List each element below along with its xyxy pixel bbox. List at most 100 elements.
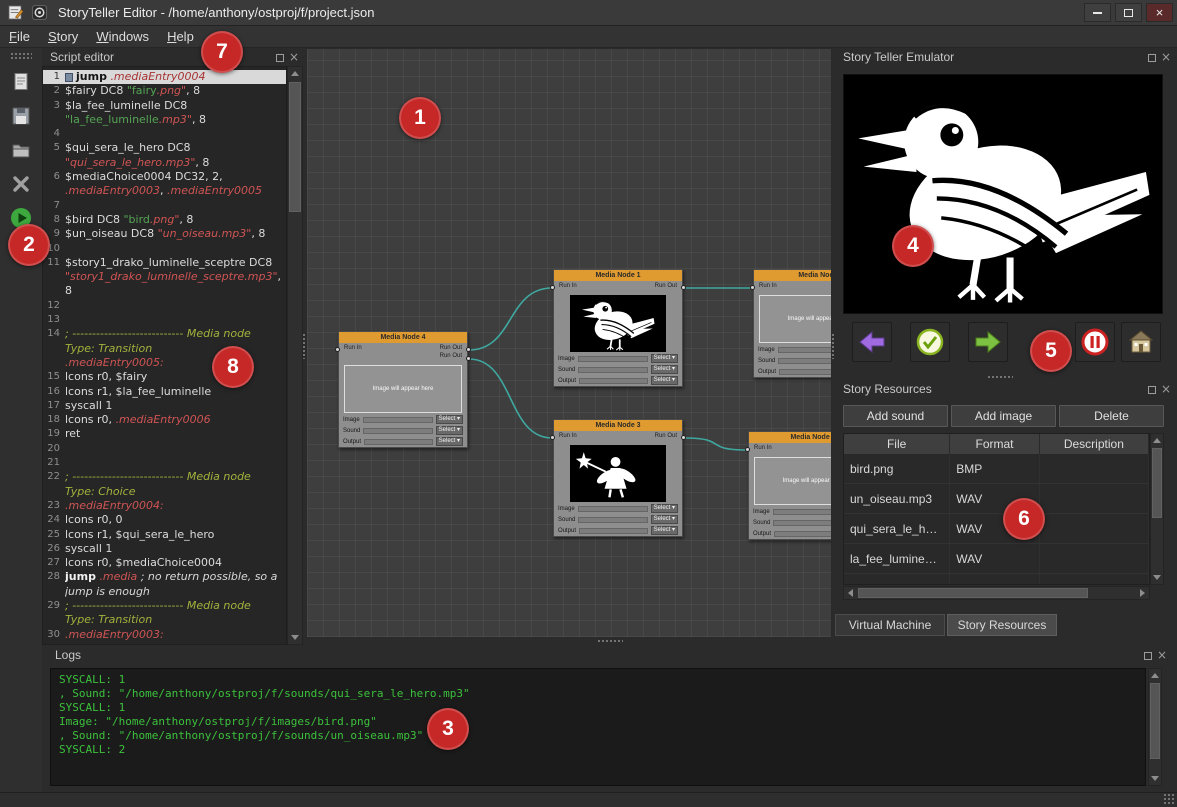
editor-row: 30.mediaEntry0003: [43, 628, 286, 642]
graph-node[interactable]: Media Node 3Run InRun OutImageSelect ▾So… [553, 419, 683, 537]
code-line: .mediaEntry0004: [65, 499, 286, 513]
tab-story-resources[interactable]: Story Resources [947, 614, 1057, 636]
emulator-home-button[interactable] [1121, 322, 1161, 362]
select-button[interactable]: Select ▾ [436, 415, 463, 424]
menu-story[interactable]: Story [39, 27, 87, 46]
add-sound-button[interactable]: Add sound [843, 405, 948, 427]
bird-art [572, 296, 664, 351]
select-button[interactable]: Select ▾ [651, 515, 678, 524]
select-button[interactable]: Select ▾ [651, 376, 678, 385]
graph-node[interactable]: Media Node 4Run InRun OutRun OutImage wi… [338, 331, 468, 448]
node-graph-canvas[interactable]: Media Node 4Run InRun OutRun OutImage wi… [306, 48, 832, 638]
resources-vscrollbar[interactable] [1150, 433, 1164, 585]
emulator-close-icon[interactable]: × [1161, 53, 1171, 62]
emulator-pause-button[interactable] [1075, 322, 1115, 362]
scrollbar-thumb[interactable] [1152, 448, 1162, 518]
splitter-emulator-resources[interactable] [987, 375, 1013, 380]
column-header-description[interactable]: Description [1040, 434, 1149, 454]
resources-hscrollbar[interactable] [843, 586, 1150, 600]
scrollbar-thumb[interactable] [1150, 683, 1160, 759]
close-project-button[interactable] [7, 170, 35, 198]
scroll-right-icon[interactable] [1136, 587, 1149, 599]
select-button[interactable]: Select ▾ [651, 504, 678, 513]
code-line: $un_oiseau DC8 "un_oiseau.mp3", 8 [65, 227, 286, 241]
logs-scrollbar[interactable] [1148, 668, 1162, 786]
splitter-canvas-logs[interactable] [597, 639, 623, 644]
table-row[interactable]: qui_sera_le_h…WAV [844, 514, 1149, 544]
toolbar-drag-handle[interactable] [10, 52, 32, 60]
graph-node[interactable]: Media Node 1Run InRun OutImageSelect ▾So… [553, 269, 683, 387]
node-property-label: Image [558, 356, 575, 362]
line-number: 25 [43, 528, 65, 542]
editor-row: "qui_sera_le_hero.mp3", 8 [43, 156, 286, 170]
close-button[interactable]: × [1146, 3, 1173, 22]
maximize-button[interactable] [1115, 3, 1142, 22]
select-button[interactable]: Select ▾ [651, 365, 678, 374]
logs-float-icon[interactable] [1144, 652, 1152, 660]
connection-wire[interactable] [684, 438, 747, 450]
select-button[interactable]: Select ▾ [436, 437, 463, 446]
select-button[interactable]: Select ▾ [651, 526, 678, 535]
delete-button[interactable]: Delete [1059, 405, 1164, 427]
scrollbar-thumb[interactable] [289, 82, 301, 212]
select-button[interactable]: Select ▾ [651, 354, 678, 363]
tab-virtual-machine[interactable]: Virtual Machine [835, 614, 945, 636]
code-token: ; ---------------------------- Media nod… [65, 327, 251, 340]
node-property-label: Sound [758, 358, 775, 364]
code-token: jump is enough [65, 585, 150, 598]
table-row[interactable]: un_oiseau.mp3WAV [844, 484, 1149, 514]
scroll-down-icon[interactable] [288, 631, 302, 644]
logs-close-icon[interactable]: × [1157, 651, 1167, 660]
line-number: 3 [43, 99, 65, 113]
code-token: .png" [150, 213, 180, 226]
line-number: 8 [43, 213, 65, 227]
code-line: lcons r0, .mediaEntry0006 [65, 413, 286, 427]
save-button[interactable] [7, 102, 35, 130]
add-image-button[interactable]: Add image [951, 405, 1056, 427]
menu-file[interactable]: File [0, 27, 39, 46]
minimize-button[interactable] [1084, 3, 1111, 22]
scrollbar-thumb[interactable] [858, 588, 1088, 598]
line-number: 18 [43, 413, 65, 427]
connection-wire[interactable] [469, 288, 552, 350]
annotation-badge-3: 3 [427, 708, 469, 750]
editor-row: 12 [43, 299, 286, 313]
editor-row: 4 [43, 127, 286, 141]
splitter-script-canvas[interactable] [302, 333, 307, 359]
code-token: $qui_sera_le_hero DC8 [65, 141, 191, 154]
graph-node[interactable]: Media NodeRun InImage will appear hereIm… [753, 269, 832, 378]
editor-row: 10 [43, 242, 286, 256]
emulator-previous-button[interactable] [852, 322, 892, 362]
resources-close-icon[interactable]: × [1161, 385, 1171, 394]
emulator-float-icon[interactable] [1148, 54, 1156, 62]
table-row[interactable]: bird.pngBMP [844, 454, 1149, 484]
node-property-label: Image [343, 417, 360, 423]
script-editor-close-icon[interactable]: × [289, 53, 299, 62]
open-project-button[interactable] [7, 136, 35, 164]
scroll-up-icon[interactable] [1151, 434, 1163, 447]
select-button[interactable]: Select ▾ [436, 426, 463, 435]
emulator-next-button[interactable] [968, 322, 1008, 362]
scroll-down-icon[interactable] [1151, 571, 1163, 584]
node-property-row: ImageSelect ▾ [554, 503, 682, 514]
resources-float-icon[interactable] [1148, 386, 1156, 394]
scroll-left-icon[interactable] [844, 587, 857, 599]
scroll-up-icon[interactable] [1149, 669, 1161, 682]
graph-node[interactable]: Media Node 2Run InImage will appear here… [748, 431, 832, 540]
column-header-format[interactable]: Format [950, 434, 1039, 454]
menu-windows[interactable]: Windows [87, 27, 158, 46]
table-row[interactable]: la_fee_lumine…WAV [844, 544, 1149, 574]
right-panel: Story Teller Emulator × [835, 48, 1177, 645]
emulator-validate-button[interactable] [910, 322, 950, 362]
resize-grip[interactable] [1163, 793, 1175, 805]
code-line: lcons r1, $qui_sera_le_hero [65, 528, 286, 542]
scroll-up-icon[interactable] [288, 67, 302, 80]
script-editor-float-icon[interactable] [276, 54, 284, 62]
table-row[interactable]: fairy.pngBMP [844, 574, 1149, 585]
connection-wire[interactable] [469, 359, 552, 438]
new-script-button[interactable] [7, 68, 35, 96]
script-editor-scrollbar[interactable] [287, 66, 303, 645]
column-header-file[interactable]: File [844, 434, 950, 454]
scroll-down-icon[interactable] [1149, 772, 1161, 785]
menu-help[interactable]: Help [158, 27, 203, 46]
